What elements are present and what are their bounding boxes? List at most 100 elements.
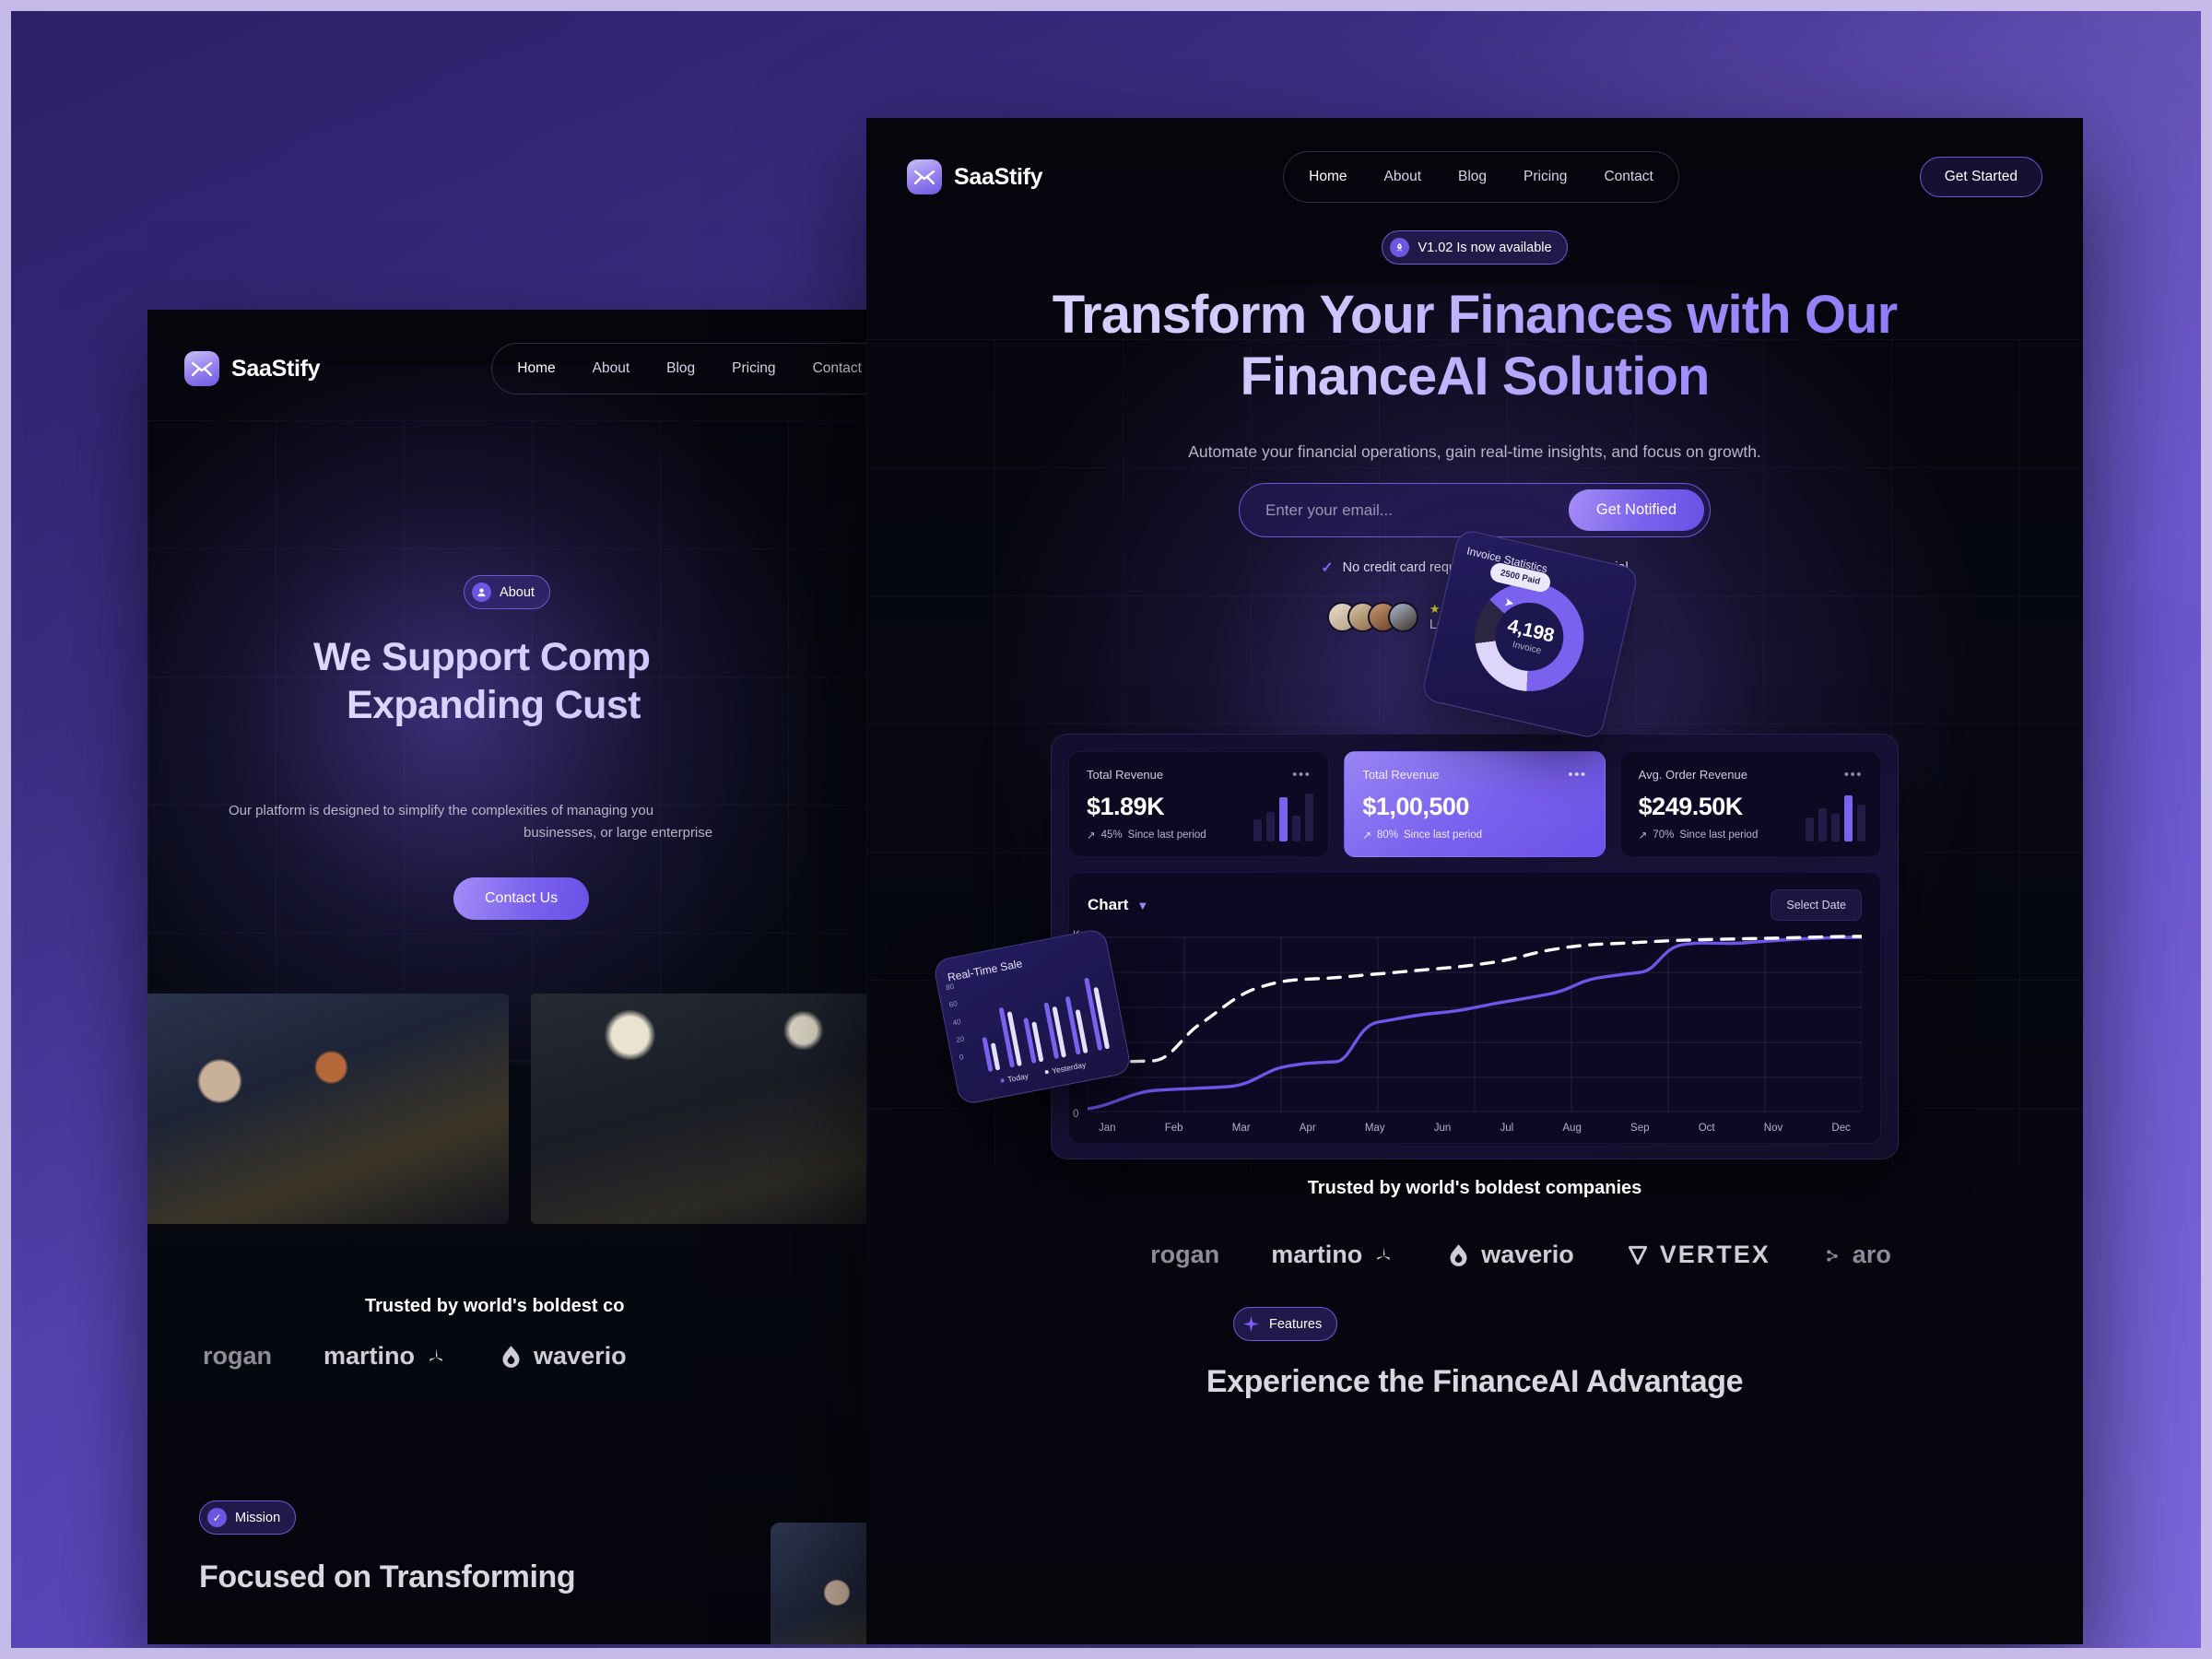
chevron-down-icon[interactable]: ▼: [1136, 899, 1148, 912]
version-badge-label: V1.02 Is now available: [1418, 240, 1552, 255]
stat-label: Avg. Order Revenue: [1638, 768, 1747, 782]
month-label: Jan: [1099, 1123, 1116, 1134]
customer-avatars: [1326, 601, 1418, 632]
team-photos: [147, 994, 866, 1224]
check-icon: ✓: [1321, 560, 1334, 576]
line-chart-svg: [1088, 935, 1862, 1112]
ellipsis-icon[interactable]: •••: [1844, 768, 1863, 782]
realtime-y-axis: 80 60 40 20 0: [945, 982, 965, 1062]
back-panel-nav-pill: Home About Blog Pricing Contact: [491, 343, 866, 394]
mission-heading: Focused on Transforming: [199, 1559, 576, 1594]
month-label: Oct: [1698, 1123, 1715, 1134]
trend-up-icon: ↗: [1362, 830, 1371, 841]
back-panel-subtitle-line1: Our platform is designed to simplify the…: [229, 803, 654, 818]
back-panel-subtitle-block: Our platform is designed to simplify the…: [229, 800, 866, 844]
get-notified-button[interactable]: Get Notified: [1568, 489, 1704, 531]
sparkline: [1805, 794, 1865, 841]
bar-pair: [1043, 1001, 1066, 1060]
x-axis-month-labels: Jan Feb Mar Apr May Jun Jul Aug Sep Oct …: [1088, 1123, 1862, 1134]
legend-today: Today: [1000, 1071, 1030, 1086]
nav-item-home[interactable]: Home: [501, 354, 571, 383]
logo-martino: martino: [1271, 1241, 1394, 1269]
nav-item-contact[interactable]: Contact: [797, 354, 866, 383]
vertex-mark-icon: [1628, 1245, 1647, 1265]
line-chart-plot: K 0: [1073, 930, 1862, 1120]
team-photo-office-meeting: [147, 994, 509, 1224]
hero-heading: Transform Your Finances with Our Finance…: [903, 284, 2046, 408]
front-page-panel: SaaStify Home About Blog Pricing Contact…: [866, 118, 2083, 1644]
select-date-button[interactable]: Select Date: [1771, 889, 1862, 921]
brand-name: SaaStify: [954, 163, 1043, 190]
back-panel-title-line1: We Support Comp: [313, 634, 866, 682]
frame-margin-right: [2201, 0, 2212, 1659]
martino-mark-icon: [1377, 1246, 1391, 1260]
rocket-icon: [1390, 238, 1410, 257]
logo-rogan: rogan: [203, 1342, 273, 1370]
features-badge-label: Features: [1269, 1316, 1323, 1332]
hero-title-line1: Transform Your Finances with Our: [903, 284, 2046, 346]
brand-logo[interactable]: SaaStify: [184, 351, 321, 386]
month-label: Sep: [1630, 1123, 1650, 1134]
nav-item-pricing[interactable]: Pricing: [1508, 162, 1583, 192]
dashboard-preview: Total Revenue ••• $1.89K ↗ 45% Since last…: [1051, 734, 1899, 1159]
mission-badge-wrap: ✓ Mission: [199, 1500, 297, 1535]
frame-margin-left: [0, 0, 11, 1659]
trusted-title: Trusted by world's boldest companies: [1307, 1178, 1642, 1198]
features-badge: Features: [1233, 1307, 1338, 1341]
frame-margin-top: [0, 0, 2212, 11]
stat-card-total-revenue[interactable]: Total Revenue ••• $1.89K ↗ 45% Since last…: [1068, 751, 1330, 857]
user-icon: [472, 582, 492, 602]
mission-badge: ✓ Mission: [199, 1500, 297, 1535]
logo-aro: aro: [1822, 1241, 1891, 1269]
check-badge-icon: ✓: [207, 1508, 227, 1527]
nav-item-pricing[interactable]: Pricing: [716, 354, 791, 383]
stat-label: Total Revenue: [1362, 768, 1440, 782]
logo-strip: rogan martino waverio VERTEX aro: [959, 1241, 2083, 1269]
logo-rogan: rogan: [1150, 1241, 1220, 1268]
nav-item-blog[interactable]: Blog: [651, 354, 711, 383]
nav-item-home[interactable]: Home: [1293, 162, 1362, 192]
stat-label: Total Revenue: [1087, 768, 1164, 782]
chart-header: Chart ▼ Select Date: [1088, 889, 1862, 921]
nav-item-about[interactable]: About: [1369, 162, 1438, 192]
stat-card-avg-order-revenue[interactable]: Avg. Order Revenue ••• $249.50K ↗ 70% Sin…: [1619, 751, 1881, 857]
bar-pair: [1065, 994, 1088, 1055]
back-panel-nav: SaaStify Home About Blog Pricing Contact: [184, 343, 866, 394]
logo-waverio: waverio: [499, 1342, 627, 1371]
legend-yesterday: Yesterday: [1043, 1060, 1087, 1077]
trend-up-icon: ↗: [1638, 830, 1648, 841]
sparkle-icon: [1241, 1314, 1261, 1334]
waverio-mark-icon: [502, 1346, 520, 1368]
team-photo-conference-room: [531, 994, 866, 1224]
month-label: Dec: [1831, 1123, 1851, 1134]
version-badge[interactable]: V1.02 Is now available: [1382, 230, 1568, 265]
back-panel-heading-block: We Support Comp Expanding Cust: [313, 634, 866, 729]
martino-mark-icon: [429, 1347, 443, 1361]
front-panel-nav-pill: Home About Blog Pricing Contact: [1283, 151, 1679, 203]
invoice-donut-chart: 4,198 Invoice 2500 Paid ➤: [1464, 560, 1595, 702]
month-label: Nov: [1763, 1123, 1783, 1134]
back-panel-trusted-title: Trusted by world's boldest co: [365, 1296, 625, 1316]
y-axis-bottom-label: 0: [1073, 1109, 1079, 1120]
stat-card-total-revenue-highlight[interactable]: Total Revenue ••• $1,00,500 ↗ 80% Since l…: [1344, 751, 1606, 857]
get-started-button[interactable]: Get Started: [1919, 157, 2042, 197]
month-label: Mar: [1231, 1123, 1251, 1134]
stat-value: $1,00,500: [1362, 793, 1469, 820]
month-label: Jul: [1500, 1123, 1514, 1134]
envelope-icon: [184, 351, 219, 386]
stat-card-row: Total Revenue ••• $1.89K ↗ 45% Since last…: [1068, 751, 1881, 857]
ellipsis-icon[interactable]: •••: [1292, 768, 1311, 782]
ellipsis-icon[interactable]: •••: [1568, 768, 1586, 782]
brand-logo-front[interactable]: SaaStify: [907, 159, 1043, 194]
nav-item-about[interactable]: About: [577, 354, 646, 383]
logo-waverio: waverio: [1446, 1241, 1574, 1269]
about-badge: About: [464, 575, 550, 609]
nav-item-contact[interactable]: Contact: [1588, 162, 1668, 192]
month-label: Aug: [1562, 1123, 1582, 1134]
back-panel-logo-strip: rogan martino waverio: [203, 1342, 866, 1371]
chart-title[interactable]: Chart ▼: [1088, 896, 1148, 914]
email-input[interactable]: [1265, 500, 1569, 520]
nav-item-blog[interactable]: Blog: [1442, 162, 1502, 192]
hero-title-line2: FinanceAI Solution: [903, 346, 2046, 407]
contact-us-button[interactable]: Contact Us: [453, 877, 590, 920]
